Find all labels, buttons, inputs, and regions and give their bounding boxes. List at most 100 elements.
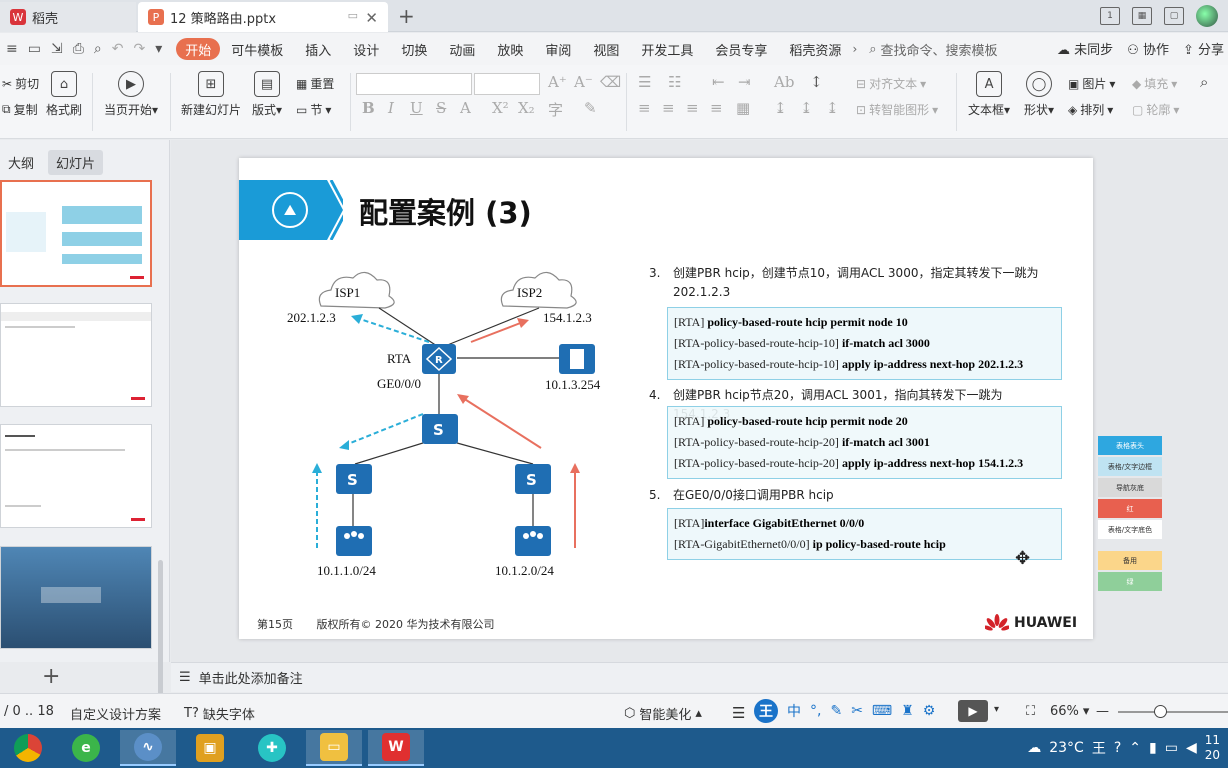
undo-icon[interactable]: ↶	[112, 41, 124, 57]
new-tab-button[interactable]: +	[398, 4, 415, 28]
menu-template[interactable]: 可牛模板	[220, 38, 294, 60]
align-text-button[interactable]: ⊟ 对齐文本 ▾	[856, 75, 926, 92]
align-center-icon[interactable]: ≡	[662, 99, 675, 117]
shrink-font-icon[interactable]: A⁻	[574, 73, 593, 91]
chinese-mode-icon[interactable]: 中	[787, 701, 801, 721]
beautify-button[interactable]: ⬡ 智能美化 ▴	[624, 704, 702, 723]
help-icon[interactable]: ?	[1114, 740, 1121, 756]
tab-outline[interactable]: 大纲	[0, 150, 42, 175]
slide-thumbnail[interactable]	[0, 303, 152, 407]
add-slide-button[interactable]: +	[42, 664, 60, 689]
chevron-down-icon[interactable]: ▾	[155, 41, 162, 57]
decrease-indent-icon[interactable]: ⇤	[712, 73, 725, 91]
clock[interactable]: 11 20	[1205, 733, 1220, 763]
menu-docer-resources[interactable]: 稻壳资源	[778, 38, 852, 60]
text-direction-icon[interactable]: Ab	[774, 73, 794, 91]
collaborate-button[interactable]: ⚇ 协作	[1127, 39, 1169, 58]
slide-thumbnail[interactable]	[0, 546, 152, 649]
reset-button[interactable]: ▦ 重置	[296, 75, 334, 92]
layout-button[interactable]: ▤ 版式▾	[252, 71, 282, 118]
chrome-taskbar-button[interactable]	[0, 730, 56, 766]
menu-member[interactable]: 会员专享	[704, 38, 778, 60]
new-slide-button[interactable]: ⊞ 新建幻灯片	[181, 71, 241, 118]
menu-developer[interactable]: 开发工具	[630, 38, 704, 60]
network-icon[interactable]: ▭	[1165, 740, 1178, 756]
subscript-icon[interactable]: X₂	[518, 99, 535, 117]
distribute-icon[interactable]: ▦	[736, 99, 750, 117]
tab-float-icon[interactable]: ▭	[348, 9, 358, 22]
print-icon[interactable]: ⎙	[73, 41, 84, 57]
play-slideshow-button[interactable]: ▶	[958, 700, 988, 722]
zoom-slider-knob[interactable]	[1154, 705, 1167, 718]
palette-swatch[interactable]: 表格表头	[1098, 436, 1162, 455]
menu-insert[interactable]: 插入	[294, 38, 342, 60]
sort-icon[interactable]: ↕	[810, 73, 823, 91]
palette-swatch[interactable]: 备用	[1098, 551, 1162, 570]
export-icon[interactable]: ⇲	[51, 41, 63, 57]
zoom-level[interactable]: 66% ▾	[1050, 704, 1089, 719]
skin-icon[interactable]: ▢	[1164, 7, 1184, 25]
bold-icon[interactable]: B	[362, 99, 375, 117]
font-family-select[interactable]	[356, 73, 472, 95]
smartart-button[interactable]: ⊡ 转智能图形 ▾	[856, 101, 938, 118]
app-taskbar-button[interactable]: ✚	[244, 730, 300, 766]
menu-design[interactable]: 设计	[342, 38, 390, 60]
outline-button[interactable]: ▢ 轮廓 ▾	[1132, 101, 1179, 118]
grid-apps-icon[interactable]: ▦	[1132, 7, 1152, 25]
underline-icon[interactable]: U	[410, 99, 423, 117]
fill-button[interactable]: ◆ 填充 ▾	[1132, 75, 1177, 92]
tab-pptx[interactable]: P 12 策略路由.pptx ▭ ✕	[138, 2, 388, 32]
sync-status[interactable]: ☁ 未同步	[1057, 39, 1113, 58]
app-taskbar-button[interactable]: ▣	[182, 730, 238, 766]
copy-button[interactable]: ⧉ 复制	[2, 101, 38, 118]
palette-swatch[interactable]: 表格/文字底色	[1098, 520, 1162, 539]
para-spacing-icon[interactable]: ↨	[800, 99, 813, 117]
numbered-list-icon[interactable]: ☷	[668, 73, 681, 91]
menu-slideshow[interactable]: 放映	[486, 38, 534, 60]
justify-icon[interactable]: ≡	[710, 99, 723, 117]
highlight-icon[interactable]: ✎	[584, 99, 597, 117]
arrange-button[interactable]: ◈ 排列 ▾	[1068, 101, 1113, 118]
wps-taskbar-button[interactable]: W	[368, 730, 424, 766]
window-layout-icon[interactable]: 1	[1100, 7, 1120, 25]
redo-icon[interactable]: ↷	[133, 41, 145, 57]
zoom-slider[interactable]	[1118, 711, 1228, 713]
textbox-button[interactable]: A 文本框▾	[968, 71, 1010, 118]
preview-icon[interactable]: ⌕	[94, 41, 102, 57]
palette-swatch[interactable]: 表格/文字边框	[1098, 457, 1162, 476]
pen-icon[interactable]: ✎	[830, 703, 842, 719]
battery-icon[interactable]: ▮	[1149, 740, 1157, 756]
missing-font-button[interactable]: T? 缺失字体	[184, 704, 255, 723]
clear-format-icon[interactable]: ⌫	[600, 73, 621, 91]
scissors-icon[interactable]: ✂	[851, 703, 863, 719]
menu-view[interactable]: 视图	[582, 38, 630, 60]
columns-icon[interactable]: ↨	[826, 99, 839, 117]
bullet-list-icon[interactable]: ☰	[638, 73, 651, 91]
format-painter-button[interactable]: ⌂ 格式刷	[46, 71, 82, 118]
align-right-icon[interactable]: ≡	[686, 99, 699, 117]
line-spacing-icon[interactable]: ↨	[774, 99, 787, 117]
slide-thumbnail[interactable]	[0, 180, 152, 287]
tab-docer[interactable]: W 稻壳	[0, 2, 136, 32]
close-icon[interactable]: ✕	[365, 9, 378, 27]
slide[interactable]: ⛰ 配置案例 (3) R S S S ISP1 ISP2 202.1.2.3 1…	[239, 158, 1093, 639]
zoom-out-icon[interactable]: —	[1096, 704, 1109, 719]
grow-font-icon[interactable]: A⁺	[548, 73, 567, 91]
tab-slides[interactable]: 幻灯片	[48, 150, 104, 175]
browser-taskbar-button[interactable]: e	[58, 730, 114, 766]
font-color-icon[interactable]: A	[460, 99, 471, 117]
menu-animation[interactable]: 动画	[438, 38, 486, 60]
notes-area[interactable]: ☰ 单击此处添加备注	[171, 662, 1228, 692]
ime-tray-icon[interactable]: 王	[1092, 738, 1106, 758]
explorer-taskbar-button[interactable]: ▭	[306, 730, 362, 766]
ime-logo-icon[interactable]: 王	[754, 699, 778, 723]
italic-icon[interactable]: I	[388, 99, 394, 117]
shape-button[interactable]: ◯ 形状▾	[1024, 71, 1054, 118]
strikethrough-icon[interactable]: S	[436, 99, 446, 117]
chevron-up-icon[interactable]: ⌃	[1129, 740, 1141, 756]
chevron-down-icon[interactable]: ▾	[994, 704, 999, 715]
weather-temp[interactable]: 23°C	[1049, 740, 1084, 756]
picture-button[interactable]: ▣ 图片 ▾	[1068, 75, 1115, 92]
increase-indent-icon[interactable]: ⇥	[738, 73, 751, 91]
palette-swatch[interactable]: 红	[1098, 499, 1162, 518]
